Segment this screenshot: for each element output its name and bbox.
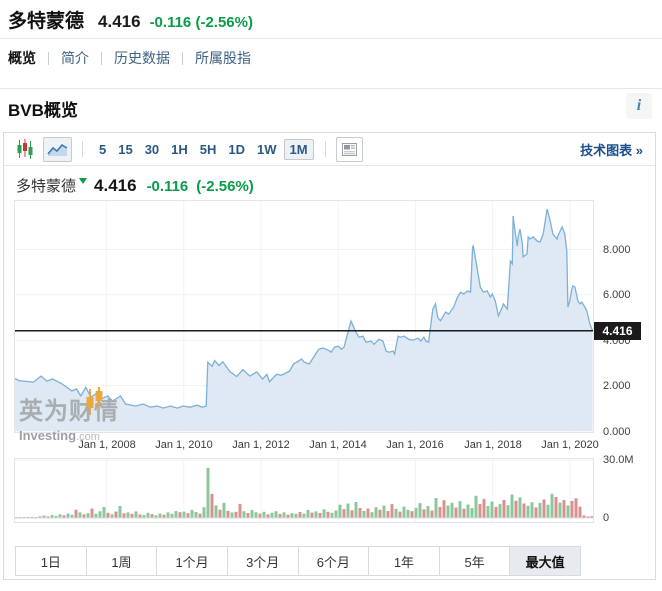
x-axis-label: Jan 1, 2016 [380,439,450,451]
range-max[interactable]: 最大值 [509,546,581,576]
price-area-chart[interactable] [14,200,595,434]
range-6mo[interactable]: 6个月 [298,546,370,576]
tab-historical-data[interactable]: 历史数据 [114,48,170,68]
interval-1w[interactable]: 1W [252,140,282,159]
chart-change-value: -0.116 [147,178,189,195]
symbol-header: 多特蒙德 4.416 -0.116 (-2.56%) [8,6,253,33]
symbol-name: 多特蒙德 [8,6,84,33]
interval-1d[interactable]: 1D [223,140,250,159]
symbol-change-value: -0.116 [150,14,192,31]
last-price-badge: 4.416 [594,322,641,340]
symbol-change-percent: (-2.56%) [195,14,253,31]
chart-last-price: 4.416 [94,176,137,196]
x-axis-label: Jan 1, 2014 [303,439,373,451]
tab-separator [101,52,102,65]
y-axis-label: 0.000 [603,426,631,438]
divider [0,38,662,39]
symbol-price: 4.416 [98,12,141,32]
chart-widget: 5 15 30 1H 5H 1D 1W 1M 技术图表 » 多特蒙德 4.416… [3,132,656,580]
x-axis-label: Jan 1, 2012 [226,439,296,451]
candlestick-chart-button[interactable] [16,138,34,160]
symbol-change: -0.116 (-2.56%) [150,14,253,31]
range-buttons: 1日 1周 1个月 3个月 6个月 1年 5年 最大值 [15,546,581,576]
divider [0,88,662,89]
y-axis-label: 6.000 [603,289,631,301]
price-down-arrow-icon [79,178,87,184]
candlestick-icon [17,139,33,159]
tab-indices[interactable]: 所属股指 [195,48,251,68]
toolbar-separator [82,141,83,157]
range-1y[interactable]: 1年 [368,546,440,576]
interval-30[interactable]: 30 [140,140,164,159]
range-1mo[interactable]: 1个月 [156,546,228,576]
interval-1m[interactable]: 1M [284,139,314,160]
nav-tabs: 概览 简介 历史数据 所属股指 [8,47,251,69]
range-1d[interactable]: 1日 [15,546,87,576]
range-5y[interactable]: 5年 [439,546,511,576]
info-icon[interactable]: i [626,93,652,119]
x-axis-label: Jan 1, 2010 [149,439,219,451]
range-3mo[interactable]: 3个月 [227,546,299,576]
area-chart-button[interactable] [43,137,72,162]
toolbar-separator [325,141,326,157]
tab-separator [48,52,49,65]
x-axis-label: Jan 1, 2008 [72,439,142,451]
chart-symbol-header: 多特蒙德 4.416 -0.116 (-2.56%) [16,175,262,196]
tab-overview[interactable]: 概览 [8,48,36,68]
chart-symbol-name: 多特蒙德 [16,175,76,196]
volume-max-label: 30.0M [603,454,634,466]
interval-15[interactable]: 15 [113,140,137,159]
y-axis-label: 2.000 [603,380,631,392]
interval-5[interactable]: 5 [94,140,111,159]
range-1w[interactable]: 1周 [86,546,158,576]
volume-zero-label: 0 [603,512,609,524]
y-axis-label: 8.000 [603,244,631,256]
x-axis-label: Jan 1, 2020 [535,439,605,451]
interval-1h[interactable]: 1H [166,140,193,159]
volume-bar-chart[interactable] [14,458,595,524]
tab-profile[interactable]: 简介 [61,48,89,68]
news-panel-button[interactable] [336,137,363,162]
tab-separator [182,52,183,65]
area-chart-icon [47,142,68,157]
section-title: BVB概览 [8,96,78,121]
technical-chart-link[interactable]: 技术图表 » [580,140,643,159]
news-icon [342,143,357,156]
chart-toolbar: 5 15 30 1H 5H 1D 1W 1M 技术图表 » [4,133,655,166]
interval-5h[interactable]: 5H [195,140,222,159]
chart-change-percent: (-2.56%) [196,178,254,195]
x-axis-label: Jan 1, 2018 [458,439,528,451]
